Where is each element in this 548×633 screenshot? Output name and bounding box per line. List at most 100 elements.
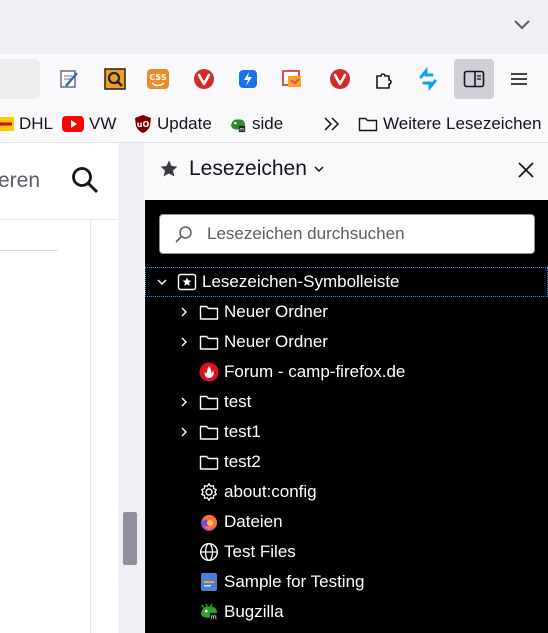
bookmark-vw[interactable]: VW: [62, 113, 116, 135]
youtube-icon: [62, 115, 84, 133]
chevron-right-icon[interactable]: [177, 335, 191, 349]
bookmark-label: Weitere Lesezeichen: [383, 114, 542, 133]
chevron-down-icon[interactable]: [155, 275, 169, 289]
css-extension-icon[interactable]: CSS: [142, 63, 174, 95]
tree-row[interactable]: Sample for Testing: [145, 567, 548, 597]
tree-row-label: Lesezeichen-Symbolleiste: [202, 272, 400, 291]
folder-icon: [199, 422, 219, 442]
firefox-icon: [199, 512, 219, 532]
tree-row-label: about:config: [224, 482, 317, 501]
search-magnifier-extension-icon[interactable]: [99, 63, 131, 95]
tab-strip: [0, 0, 548, 54]
bookmarks-sidebar: Lesezeichen Lesezeichen durchsuchen Lese…: [145, 143, 548, 633]
svg-text:CSS: CSS: [149, 73, 166, 82]
folder-icon: [199, 332, 219, 352]
tree-row-label: Test Files: [224, 542, 296, 561]
tree-row-label: test1: [224, 422, 261, 441]
dhl-icon: [0, 115, 14, 133]
search-placeholder: Lesezeichen durchsuchen: [207, 224, 405, 243]
chevron-right-icon[interactable]: [177, 425, 191, 439]
tree-row[interactable]: Forum - camp-firefox.de: [145, 357, 548, 387]
tree-row-label: test2: [224, 452, 261, 471]
tree-row[interactable]: about:config: [145, 477, 548, 507]
svg-text:uO: uO: [137, 120, 150, 129]
folder-icon: [199, 392, 219, 412]
ublock-origin-icon: uO: [134, 115, 152, 133]
globe-icon: [199, 542, 219, 562]
tree-row[interactable]: Test Files: [145, 537, 548, 567]
tree-row[interactable]: test1: [145, 417, 548, 447]
hamburger-menu-icon[interactable]: [503, 63, 535, 95]
tree-row-label: Sample for Testing: [224, 572, 365, 591]
star-icon: [160, 160, 178, 177]
url-bar[interactable]: [0, 59, 40, 99]
sidebar-header: Lesezeichen: [145, 143, 548, 200]
page-content: eren: [0, 143, 118, 633]
tree-row-label: Neuer Ordner: [224, 332, 328, 351]
sidebar-title: Lesezeichen: [189, 157, 307, 180]
bookmark-label: VW: [89, 114, 117, 133]
page-search-text: eren: [0, 169, 41, 192]
bookmarks-search-input[interactable]: Lesezeichen durchsuchen: [159, 214, 535, 254]
document-icon: [199, 572, 219, 592]
page-scrollbar-thumb[interactable]: [123, 512, 137, 565]
puzzle-extensions-icon[interactable]: [368, 63, 400, 95]
sync-arrows-icon[interactable]: [412, 63, 444, 95]
bookmarks-toolbar: DHL VW uO Update m side Weitere Lesezeic…: [0, 104, 548, 143]
folder-icon: [199, 452, 219, 472]
tree-row-label: Neuer Ordner: [224, 302, 328, 321]
folder-icon: [199, 302, 219, 322]
svg-text:m: m: [210, 614, 216, 621]
bookmarks-toolbar-icon: [177, 272, 197, 292]
bookmark-label: Update: [157, 114, 212, 133]
tree-row[interactable]: test2: [145, 447, 548, 477]
folder-icon: [358, 115, 378, 133]
tree-row[interactable]: Neuer Ordner: [145, 297, 548, 327]
chevron-down-icon: [314, 166, 324, 173]
vivaldi-red-icon[interactable]: [324, 63, 356, 95]
lightning-extension-icon[interactable]: [232, 63, 264, 95]
bookmark-label: DHL: [19, 114, 54, 133]
tree-row-bookmarks-toolbar[interactable]: Lesezeichen-Symbolleiste: [145, 267, 548, 297]
bugzilla-icon: m: [199, 602, 219, 622]
chevron-right-icon[interactable]: [177, 395, 191, 409]
chevron-right-icon[interactable]: [177, 305, 191, 319]
tree-row[interactable]: test: [145, 387, 548, 417]
tree-row[interactable]: m Bugzilla: [145, 597, 548, 627]
screenshot-extension-icon[interactable]: [276, 63, 308, 95]
other-bookmarks[interactable]: Weitere Lesezeichen: [358, 113, 541, 135]
gear-icon: [199, 482, 219, 502]
sidebar-switcher[interactable]: Lesezeichen: [159, 157, 325, 181]
tree-row-label: Dateien: [224, 512, 283, 531]
tree-row-label: Bugzilla: [224, 602, 284, 621]
bookmark-update[interactable]: uO Update: [134, 113, 212, 135]
bookmark-label: side: [252, 114, 284, 133]
tree-row-label: Forum - camp-firefox.de: [224, 362, 406, 381]
search-icon[interactable]: [70, 165, 100, 195]
sidebar-toggle-icon[interactable]: [454, 59, 494, 99]
divider: [90, 220, 91, 633]
tree-row[interactable]: Dateien: [145, 507, 548, 537]
notepad-pen-icon[interactable]: [53, 63, 85, 95]
bookmark-dhl[interactable]: DHL: [0, 113, 53, 135]
bookmark-side[interactable]: m side: [229, 113, 283, 135]
vivaldi-red-icon[interactable]: [188, 63, 220, 95]
tree-row[interactable]: Neuer Ordner: [145, 327, 548, 357]
tree-row-label: test: [224, 392, 252, 411]
nav-toolbar: CSS: [0, 54, 548, 104]
svg-text:m: m: [239, 127, 244, 133]
divider: [0, 250, 58, 251]
bugzilla-icon: m: [229, 115, 247, 133]
page-search-box[interactable]: eren: [0, 143, 116, 220]
camp-firefox-icon: [199, 362, 219, 382]
list-all-tabs-icon[interactable]: [512, 14, 532, 34]
chevrons-right-icon[interactable]: [322, 113, 342, 135]
close-icon[interactable]: [516, 160, 536, 180]
